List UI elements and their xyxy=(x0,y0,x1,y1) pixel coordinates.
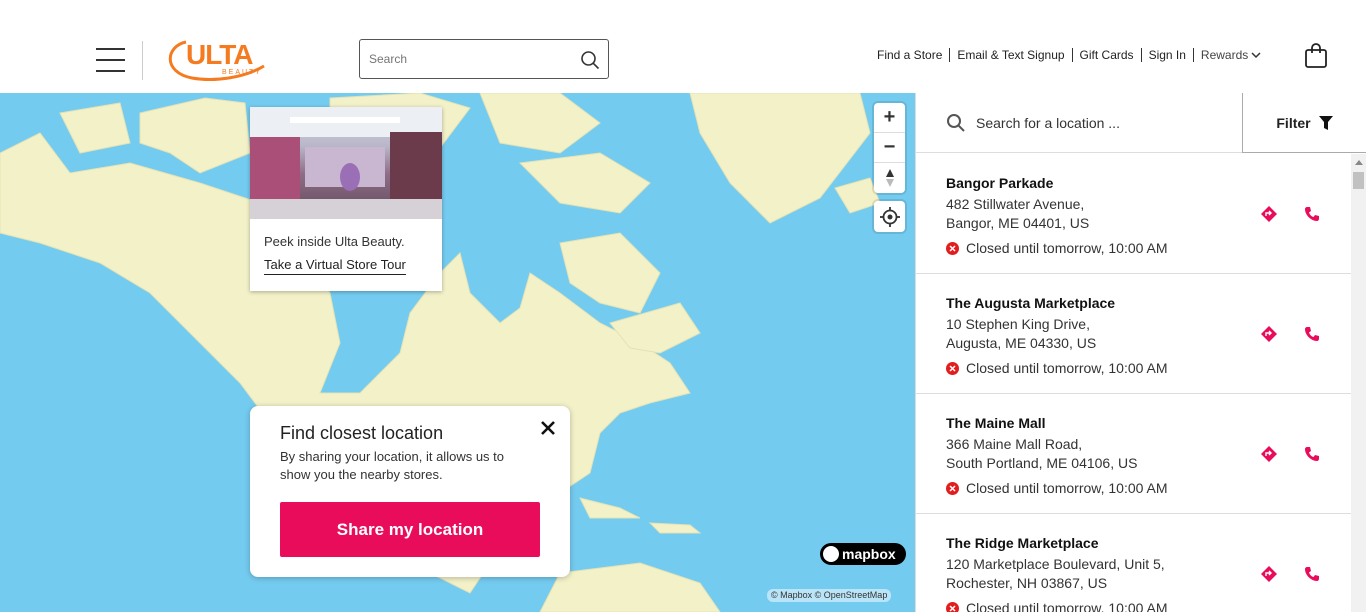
email-text-signup-link[interactable]: Email & Text Signup xyxy=(950,48,1073,62)
store-item[interactable]: Bangor Parkade 482 Stillwater Avenue, Ba… xyxy=(916,154,1351,274)
store-interior-image[interactable] xyxy=(250,107,442,219)
scroll-thumb[interactable] xyxy=(1353,172,1364,189)
menu-icon[interactable] xyxy=(96,48,125,72)
header-divider xyxy=(142,41,143,80)
zoom-in-button[interactable]: + xyxy=(874,103,905,133)
location-search[interactable] xyxy=(916,93,1242,153)
zoom-out-button[interactable]: − xyxy=(874,133,905,163)
store-status-text: Closed until tomorrow, 10:00 AM xyxy=(966,240,1168,256)
directions-icon[interactable] xyxy=(1260,205,1278,223)
top-links: Find a Store Email & Text Signup Gift Ca… xyxy=(870,48,1268,62)
store-status: Closed until tomorrow, 10:00 AM xyxy=(946,600,1321,612)
mapbox-logo[interactable]: mapbox xyxy=(820,543,906,565)
geolocate-button[interactable] xyxy=(874,201,905,232)
find-a-store-link[interactable]: Find a Store xyxy=(870,48,951,62)
directions-icon[interactable] xyxy=(1260,565,1278,583)
filter-button[interactable]: Filter xyxy=(1242,93,1366,153)
sign-in-link[interactable]: Sign In xyxy=(1142,48,1194,62)
store-status-text: Closed until tomorrow, 10:00 AM xyxy=(966,480,1168,496)
share-card-body: By sharing your location, it allows us t… xyxy=(280,449,504,482)
gift-cards-link[interactable]: Gift Cards xyxy=(1073,48,1142,62)
map-attribution[interactable]: © Mapbox © OpenStreetMap xyxy=(767,589,892,602)
svg-text:ULTA: ULTA xyxy=(186,39,253,70)
store-name[interactable]: The Maine Mall xyxy=(946,415,1321,431)
store-panel: Filter Bangor Parkade 482 Stillwater Ave… xyxy=(915,93,1366,612)
closed-icon xyxy=(946,481,959,495)
site-search[interactable] xyxy=(359,39,609,79)
directions-icon[interactable] xyxy=(1260,325,1278,343)
store-item[interactable]: The Augusta Marketplace 10 Stephen King … xyxy=(916,274,1351,394)
tour-card-text: Peek inside Ulta Beauty. xyxy=(264,234,405,249)
search-icon xyxy=(947,113,965,132)
store-map[interactable]: + − Peek inside Ulta Beauty. Take a Virt… xyxy=(0,93,915,612)
shopping-bag-icon[interactable] xyxy=(1304,43,1328,69)
site-header: ULTA BEAUTY Find a Store Email & Text Si… xyxy=(0,0,1366,93)
share-location-card: Find closest location By sharing your lo… xyxy=(250,406,570,577)
rewards-label: Rewards xyxy=(1200,48,1249,62)
store-name[interactable]: The Augusta Marketplace xyxy=(946,295,1321,311)
compass-icon xyxy=(885,169,894,187)
filter-label: Filter xyxy=(1276,114,1311,131)
directions-icon[interactable] xyxy=(1260,445,1278,463)
compass-button[interactable] xyxy=(874,163,905,193)
mapbox-icon xyxy=(823,546,839,562)
rewards-dropdown[interactable]: Rewards xyxy=(1194,48,1268,62)
store-item[interactable]: The Ridge Marketplace 120 Marketplace Bo… xyxy=(916,514,1351,612)
store-name[interactable]: The Ridge Marketplace xyxy=(946,535,1321,551)
store-item[interactable]: The Maine Mall 366 Maine Mall Road, Sout… xyxy=(916,394,1351,514)
closed-icon xyxy=(946,601,959,612)
store-list-scrollbar[interactable] xyxy=(1351,154,1366,612)
zoom-controls: + − xyxy=(874,103,905,193)
store-status-text: Closed until tomorrow, 10:00 AM xyxy=(966,360,1168,376)
phone-icon[interactable] xyxy=(1304,446,1320,462)
closed-icon xyxy=(946,361,959,375)
store-name[interactable]: Bangor Parkade xyxy=(946,175,1321,191)
ulta-beauty-logo[interactable]: ULTA BEAUTY xyxy=(164,36,270,84)
location-search-input[interactable] xyxy=(976,114,1226,131)
virtual-tour-card: Peek inside Ulta Beauty. Take a Virtual … xyxy=(250,107,442,291)
store-status: Closed until tomorrow, 10:00 AM xyxy=(946,480,1321,496)
phone-icon[interactable] xyxy=(1304,206,1320,222)
close-icon[interactable] xyxy=(540,420,556,436)
search-icon[interactable] xyxy=(580,50,600,70)
mapbox-label: mapbox xyxy=(842,546,896,562)
store-list: Bangor Parkade 482 Stillwater Avenue, Ba… xyxy=(916,154,1351,612)
share-card-title: Find closest location xyxy=(280,423,444,443)
crosshair-icon xyxy=(879,206,900,227)
store-status: Closed until tomorrow, 10:00 AM xyxy=(946,240,1321,256)
virtual-tour-link[interactable]: Take a Virtual Store Tour xyxy=(264,257,406,275)
phone-icon[interactable] xyxy=(1304,326,1320,342)
share-location-button[interactable]: Share my location xyxy=(280,502,540,557)
scroll-up-arrow-icon[interactable] xyxy=(1355,160,1363,165)
svg-text:BEAUTY: BEAUTY xyxy=(222,69,262,76)
closed-icon xyxy=(946,241,959,255)
chevron-down-icon xyxy=(1251,51,1261,58)
store-status: Closed until tomorrow, 10:00 AM xyxy=(946,360,1321,376)
phone-icon[interactable] xyxy=(1304,566,1320,582)
site-search-input[interactable] xyxy=(369,52,569,66)
filter-icon xyxy=(1318,115,1333,130)
store-status-text: Closed until tomorrow, 10:00 AM xyxy=(966,600,1168,612)
